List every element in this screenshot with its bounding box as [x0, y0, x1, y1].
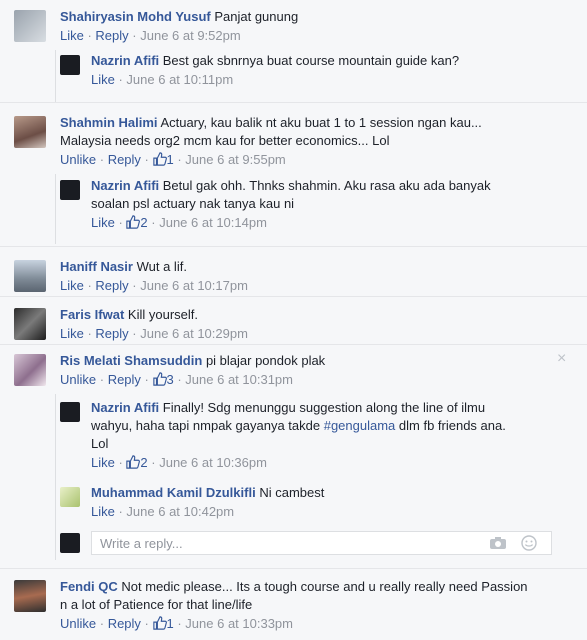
- comment-author[interactable]: Haniff Nasir: [60, 259, 133, 274]
- divider: [0, 102, 587, 103]
- hashtag-link[interactable]: #gengulama: [324, 418, 396, 433]
- avatar[interactable]: [14, 308, 46, 340]
- avatar[interactable]: [60, 55, 80, 75]
- timestamp[interactable]: June 6 at 10:33pm: [185, 616, 293, 631]
- avatar[interactable]: [14, 354, 46, 386]
- comment-text: Ni cambest: [259, 485, 325, 500]
- avatar[interactable]: [14, 116, 46, 148]
- comment-author[interactable]: Faris Ifwat: [60, 307, 124, 322]
- divider: [0, 246, 587, 247]
- like-count[interactable]: 3: [152, 372, 174, 387]
- timestamp[interactable]: June 6 at 10:29pm: [140, 326, 248, 341]
- like-button[interactable]: Like: [91, 455, 115, 470]
- like-button[interactable]: Like: [91, 72, 115, 87]
- comment-author[interactable]: Nazrin Afifi: [91, 53, 159, 68]
- comment-author[interactable]: Shahmin Halimi: [60, 115, 158, 130]
- divider: [0, 296, 587, 297]
- timestamp[interactable]: June 6 at 10:31pm: [185, 372, 293, 387]
- comment-text: soalan psl actuary nak tanya kau ni: [91, 196, 295, 211]
- reply-button[interactable]: Reply: [108, 152, 141, 167]
- timestamp[interactable]: June 6 at 9:52pm: [140, 28, 240, 43]
- like-button[interactable]: Like: [60, 28, 84, 43]
- comment-text: Lol: [91, 436, 109, 451]
- reply-thread: [55, 50, 56, 102]
- divider: [0, 568, 587, 569]
- comment-author[interactable]: Fendi QC: [60, 579, 118, 594]
- avatar[interactable]: [14, 260, 46, 292]
- avatar[interactable]: [14, 10, 46, 42]
- like-button[interactable]: Like: [91, 504, 115, 519]
- reply-thread: [55, 394, 56, 560]
- comment-text: Not medic please... Its a tough course a…: [121, 579, 528, 594]
- reply-button[interactable]: Reply: [95, 278, 128, 293]
- like-button[interactable]: Like: [60, 326, 84, 341]
- comment-author[interactable]: Nazrin Afifi: [91, 178, 159, 193]
- reply-placeholder: Write a reply...: [100, 536, 183, 551]
- avatar[interactable]: [14, 580, 46, 612]
- comment-text: Best gak sbnrnya buat course mountain gu…: [162, 53, 460, 68]
- unlike-button[interactable]: Unlike: [60, 152, 96, 167]
- avatar[interactable]: [60, 402, 80, 422]
- emoji-icon[interactable]: [521, 535, 537, 551]
- thumbs-up-icon: [152, 372, 167, 386]
- reply-button[interactable]: Reply: [108, 616, 141, 631]
- comment-text: Finally! Sdg menunggu suggestion along t…: [162, 400, 486, 415]
- comment-text: Panjat gunung: [214, 9, 299, 24]
- comment-text: Actuary, kau balik nt aku buat 1 to 1 se…: [160, 115, 482, 130]
- thumbs-up-icon: [126, 455, 141, 469]
- timestamp[interactable]: June 6 at 10:17pm: [140, 278, 248, 293]
- comment-text: Kill yourself.: [127, 307, 198, 322]
- comment-text: dlm fb friends ana.: [395, 418, 506, 433]
- timestamp[interactable]: June 6 at 10:42pm: [126, 504, 234, 519]
- like-button[interactable]: Like: [60, 278, 84, 293]
- thumbs-up-icon: [152, 616, 167, 630]
- timestamp[interactable]: June 6 at 9:55pm: [185, 152, 285, 167]
- unlike-button[interactable]: Unlike: [60, 372, 96, 387]
- avatar: [60, 533, 80, 553]
- thumbs-up-icon: [126, 215, 141, 229]
- close-icon[interactable]: ×: [557, 350, 566, 368]
- comment-author[interactable]: Ris Melati Shamsuddin: [60, 353, 202, 368]
- unlike-button[interactable]: Unlike: [60, 616, 96, 631]
- reply-input[interactable]: Write a reply...: [91, 531, 552, 555]
- like-count[interactable]: 2: [126, 455, 148, 470]
- like-count[interactable]: 2: [126, 215, 148, 230]
- comment-text: n a lot of Patience for that line/life: [60, 597, 253, 612]
- comment-text: pi blajar pondok plak: [205, 353, 326, 368]
- comment-text: Malaysia needs org2 mcm kau for better e…: [60, 133, 390, 148]
- reply-button[interactable]: Reply: [108, 372, 141, 387]
- reply-button[interactable]: Reply: [95, 28, 128, 43]
- comment-author[interactable]: Shahiryasin Mohd Yusuf: [60, 9, 211, 24]
- avatar[interactable]: [60, 180, 80, 200]
- divider: [0, 344, 587, 345]
- comment-text: wahyu, haha tapi nmpak gayanya takde: [91, 418, 324, 433]
- like-button[interactable]: Like: [91, 215, 115, 230]
- like-count[interactable]: 1: [152, 616, 174, 631]
- camera-icon[interactable]: [489, 536, 507, 550]
- timestamp[interactable]: June 6 at 10:11pm: [126, 72, 233, 87]
- comment-author[interactable]: Muhammad Kamil Dzulkifli: [91, 485, 256, 500]
- thumbs-up-icon: [152, 152, 167, 166]
- reply-thread: [55, 174, 56, 244]
- avatar[interactable]: [60, 487, 80, 507]
- comment-text: Wut a lif.: [136, 259, 187, 274]
- comment-text: Betul gak ohh. Thnks shahmin. Aku rasa a…: [162, 178, 491, 193]
- timestamp[interactable]: June 6 at 10:14pm: [159, 215, 267, 230]
- reply-button[interactable]: Reply: [95, 326, 128, 341]
- comment-author[interactable]: Nazrin Afifi: [91, 400, 159, 415]
- like-count[interactable]: 1: [152, 152, 174, 167]
- timestamp[interactable]: June 6 at 10:36pm: [159, 455, 267, 470]
